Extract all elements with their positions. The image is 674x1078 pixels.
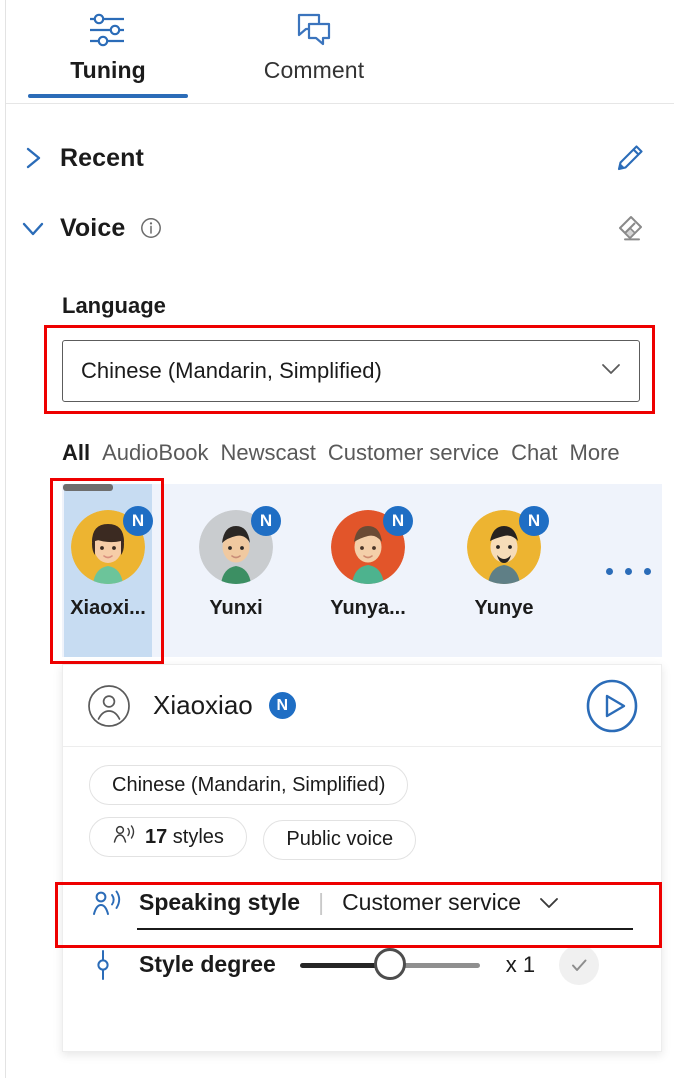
eraser-icon[interactable] <box>610 208 650 248</box>
play-circle-icon[interactable] <box>585 679 639 733</box>
info-circle-icon[interactable] <box>139 216 163 240</box>
person-circle-icon <box>87 684 131 728</box>
tab-comment-label: Comment <box>263 57 365 83</box>
language-value: Chinese (Mandarin, Simplified) <box>81 358 382 383</box>
neural-badge: N <box>123 506 153 536</box>
avatar: N <box>467 506 549 584</box>
tab-tuning-label: Tuning <box>70 57 146 83</box>
neural-badge: N <box>383 506 413 536</box>
neural-badge: N <box>519 506 549 536</box>
tuning-sliders-icon <box>86 6 130 54</box>
voice-card-label: Yunye <box>474 597 534 619</box>
person-speaking-icon <box>91 888 139 918</box>
style-degree-icon <box>91 948 139 982</box>
voice-card-yunye[interactable]: N Yunye <box>460 484 549 657</box>
section-voice[interactable]: Voice <box>6 196 674 260</box>
category-all[interactable]: All <box>62 440 90 466</box>
category-chat[interactable]: Chat <box>511 440 557 466</box>
tab-bar: Tuning Comment <box>6 0 674 104</box>
category-newscast[interactable]: Newscast <box>221 440 316 466</box>
comment-bubbles-icon <box>292 6 336 54</box>
chevron-down-icon[interactable] <box>535 893 563 913</box>
voice-tuning-panel: Tuning Comment Recent Voice Language Chi… <box>0 0 674 1078</box>
chevron-right-icon[interactable] <box>6 143 60 173</box>
neural-badge: N <box>251 506 281 536</box>
tag-language[interactable]: Chinese (Mandarin, Simplified) <box>89 765 409 805</box>
speaking-style-label: Speaking style <box>139 889 301 915</box>
speaking-style-row[interactable]: Speaking style | Customer service <box>89 872 635 934</box>
tag-public-voice-label: Public voice <box>286 828 394 850</box>
style-degree-value: x 1 <box>505 951 536 977</box>
style-degree-row: Style degree x 1 <box>89 934 635 996</box>
speaking-style-value: Customer service <box>342 889 521 915</box>
category-more[interactable]: More <box>570 440 620 466</box>
category-audiobook[interactable]: AudioBook <box>102 440 208 466</box>
tag-styles-count-number: 17 <box>145 825 168 848</box>
tab-tuning[interactable]: Tuning <box>22 6 194 84</box>
chevron-down-icon[interactable] <box>6 215 60 241</box>
chevron-down-icon <box>597 359 625 384</box>
voice-list[interactable]: N Xiaoxi... N Yunxi N Yunya... N Yunye <box>62 484 662 657</box>
avatar: N <box>71 506 153 584</box>
style-degree-label: Style degree <box>139 951 276 977</box>
category-filter: All AudioBook Newscast Customer service … <box>62 440 662 466</box>
tag-language-label: Chinese (Mandarin, Simplified) <box>112 773 386 796</box>
avatar: N <box>331 506 413 584</box>
style-degree-slider[interactable] <box>299 947 480 982</box>
voice-detail-header: Xiaoxiao N <box>63 665 661 747</box>
voice-detail-name: Xiaoxiao <box>153 690 253 720</box>
tag-styles-count[interactable]: 17 styles <box>89 817 247 857</box>
slider-thumb[interactable] <box>373 947 406 980</box>
tag-public-voice[interactable]: Public voice <box>263 819 417 860</box>
speaking-style-separator: | <box>318 889 325 915</box>
section-recent-title: Recent <box>60 143 144 172</box>
active-tab-indicator <box>28 94 188 98</box>
voice-card-xiaoxiao[interactable]: N Xiaoxi... <box>64 484 153 657</box>
language-select[interactable]: Chinese (Mandarin, Simplified) <box>62 340 640 402</box>
voice-card-label: Yunya... <box>330 597 406 619</box>
tab-comment[interactable]: Comment <box>216 6 412 84</box>
check-icon[interactable] <box>559 944 600 985</box>
pencil-edit-icon[interactable] <box>610 138 650 178</box>
section-recent[interactable]: Recent <box>6 126 674 190</box>
voice-detail-card: Xiaoxiao N Chinese (Mandarin, Simplified… <box>62 664 662 1052</box>
voice-list-scrollbar[interactable] <box>63 484 113 491</box>
section-voice-title: Voice <box>60 213 126 242</box>
avatar: N <box>199 506 281 584</box>
neural-badge: N <box>268 692 296 719</box>
tag-styles-count-suffix: styles <box>167 825 224 848</box>
category-customer-service[interactable]: Customer service <box>328 440 499 466</box>
voice-card-yunxi[interactable]: N Yunxi <box>192 484 281 657</box>
more-horizontal-icon[interactable] <box>606 568 651 575</box>
person-speaking-icon <box>112 823 136 851</box>
voice-card-yunyang[interactable]: N Yunya... <box>324 484 413 657</box>
speaking-style-underline <box>137 927 633 930</box>
voice-card-label: Yunxi <box>209 597 263 619</box>
language-label: Language <box>62 293 166 318</box>
voice-card-label: Xiaoxi... <box>70 597 146 619</box>
voice-tag-list: Chinese (Mandarin, Simplified) 17 styles… <box>63 747 661 872</box>
